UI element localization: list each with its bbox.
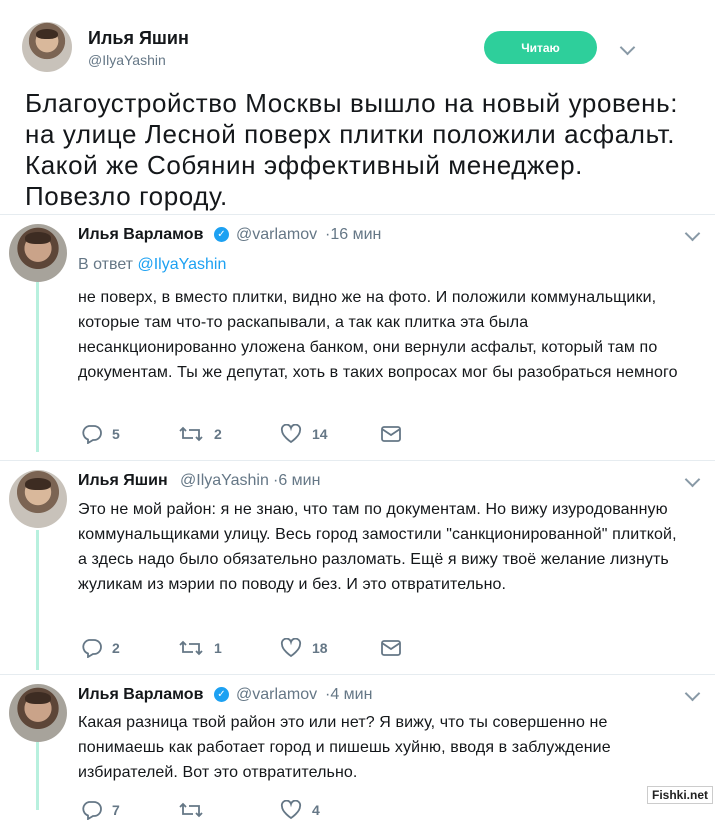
reply-handle[interactable]: @IlyaYashin — [180, 472, 269, 490]
thread-line — [36, 282, 39, 452]
like-action[interactable]: 14 — [280, 424, 328, 444]
thread-line — [36, 530, 39, 670]
chevron-down-icon[interactable] — [619, 39, 636, 56]
retweet-action[interactable]: 1 — [178, 638, 222, 658]
reply-handle[interactable]: @varlamov — [236, 686, 317, 704]
reply-action[interactable]: 5 — [80, 424, 120, 444]
reply-count: 5 — [112, 426, 120, 442]
reply-author-name[interactable]: Илья Варламов — [78, 226, 203, 244]
like-count: 4 — [312, 802, 320, 818]
author-name[interactable]: Илья Яшин — [88, 28, 189, 49]
reply-time[interactable]: ·16 мин — [325, 226, 381, 244]
following-button[interactable]: Читаю — [484, 31, 597, 64]
divider — [0, 460, 715, 461]
reply-text: Какая разница твой район это или нет? Я … — [78, 714, 611, 781]
divider — [0, 674, 715, 675]
retweet-icon — [179, 640, 203, 656]
reply-time[interactable]: ·6 мин — [273, 472, 320, 490]
reply-to-link[interactable]: @IlyaYashin — [137, 256, 226, 273]
reply-handle[interactable]: @varlamov — [236, 226, 317, 244]
heart-icon — [280, 800, 302, 820]
reply-icon — [82, 801, 102, 820]
retweet-icon — [179, 802, 203, 818]
verified-icon: ✓ — [214, 227, 229, 242]
tweet-text: Благоустройство Москвы вышло на новый ур… — [25, 88, 679, 211]
retweet-count: 1 — [214, 640, 222, 656]
divider — [0, 214, 715, 215]
reply-author-name[interactable]: Илья Варламов — [78, 686, 203, 704]
reply-text: не поверх, в вместо плитки, видно же на … — [78, 289, 678, 381]
reply-author-name[interactable]: Илья Яшин — [78, 472, 168, 490]
reply-avatar[interactable] — [9, 684, 67, 742]
chevron-down-icon[interactable] — [684, 685, 701, 702]
retweet-icon — [179, 426, 203, 442]
reply-to-text: В ответ — [78, 256, 134, 273]
author-avatar[interactable] — [22, 22, 72, 72]
like-count: 14 — [312, 426, 328, 442]
envelope-icon — [381, 426, 401, 442]
reply-action[interactable]: 7 — [80, 800, 120, 820]
message-action[interactable] — [380, 638, 412, 658]
heart-icon — [280, 424, 302, 444]
reply-icon — [82, 425, 102, 444]
verified-icon: ✓ — [214, 687, 229, 702]
reply-time[interactable]: ·4 мин — [325, 686, 372, 704]
reply-count: 2 — [112, 640, 120, 656]
message-action[interactable] — [380, 424, 412, 444]
like-action[interactable]: 18 — [280, 638, 328, 658]
like-action[interactable]: 4 — [280, 800, 320, 820]
thread-line — [36, 742, 39, 810]
retweet-action[interactable] — [178, 800, 214, 820]
reply-text: Это не мой район: я не знаю, что там по … — [78, 501, 677, 593]
reply-count: 7 — [112, 802, 120, 818]
retweet-count: 2 — [214, 426, 222, 442]
reply-action[interactable]: 2 — [80, 638, 120, 658]
author-handle[interactable]: @IlyaYashin — [88, 52, 166, 68]
envelope-icon — [381, 640, 401, 656]
watermark-logo: Fishki.net — [646, 786, 713, 804]
reply-icon — [82, 639, 102, 658]
chevron-down-icon[interactable] — [684, 471, 701, 488]
reply-avatar[interactable] — [9, 470, 67, 528]
retweet-action[interactable]: 2 — [178, 424, 222, 444]
reply-to-label: В ответ @IlyaYashin — [78, 256, 226, 274]
chevron-down-icon[interactable] — [684, 225, 701, 242]
heart-icon — [280, 638, 302, 658]
reply-avatar[interactable] — [9, 224, 67, 282]
like-count: 18 — [312, 640, 328, 656]
